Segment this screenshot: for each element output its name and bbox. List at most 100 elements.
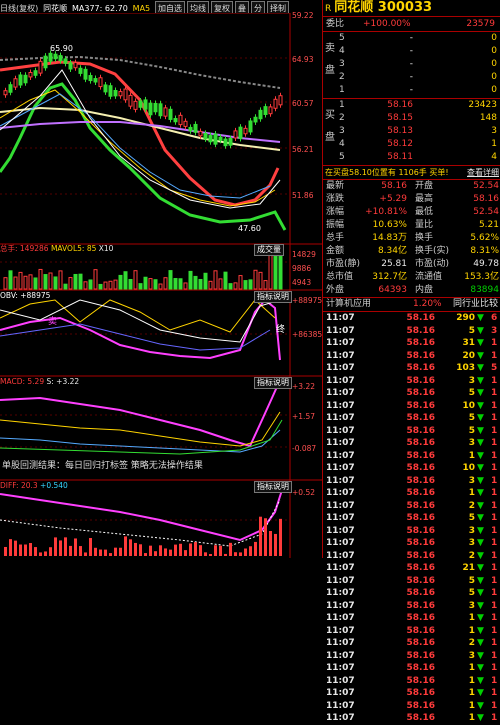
view-detail-link[interactable]: 查看详细 [467,166,499,179]
bar-mark [199,545,202,556]
bar-mark [54,537,57,556]
bar-mark [233,282,238,290]
volume-index-button[interactable]: 成交量 [254,244,284,256]
bar-mark [144,553,147,556]
split-button[interactable]: 分 [251,1,266,13]
tick-price: 58.16 [406,625,435,636]
control-button[interactable]: 择制 [267,1,290,13]
down-arrow-icon: ▼ [477,525,484,536]
bar-mark [93,78,98,83]
sell-level-row[interactable]: 5-0 [323,32,500,45]
bar-mark [244,548,247,556]
stat-label: 换手 [415,233,434,243]
tick-volume: 290 [456,313,475,323]
stat-row: 市盈(静) 25.81 市盈(动) 49.78 [323,258,500,271]
bar-mark [148,102,153,116]
tick-count: 1 [491,463,498,473]
tick-time: 11:07 [326,338,355,348]
high-annotation: 65.90 [50,44,73,53]
tick-count: 1 [491,438,498,448]
sell-level-row[interactable]: 1-0 [323,84,500,97]
ma-button[interactable]: 均线 [187,1,210,13]
tick-price: 58.16 [406,463,435,473]
tick-count: 1 [491,663,498,673]
tick-time: 11:07 [326,575,355,586]
tick-row: 11:07 58.16 103 ▼ 5 [323,362,500,375]
buy-level-row[interactable]: 4 58.12 1 [323,138,500,151]
tick-row: 11:07 58.16 290 ▼ 6 [323,312,500,325]
quote-title-bar: R 同花顺 300033 [323,0,500,17]
period-label[interactable]: 日线(复权) [0,2,38,13]
stat-label: 最新 [326,181,345,191]
kline-chart-area[interactable]: 日线(复权) 同花顺 MA377: 62.70 MA5 加自选 均线 复权叠分择制 … [0,0,322,558]
sell-level-row[interactable]: 4-0 [323,45,500,58]
macd-index-button[interactable]: 指标说明 [254,377,292,389]
bar-mark [59,540,62,556]
tick-time: 11:07 [326,538,355,548]
adjust-button[interactable]: 复权 [211,1,234,13]
bar-mark [113,279,118,290]
tick-count: 1 [491,650,498,661]
tick-row: 11:07 58.16 1 ▼ 1 [323,487,500,500]
tick-price: 58.16 [406,450,435,461]
fifth-index-button[interactable]: 指标说明 [254,481,292,493]
tick-time: 11:07 [326,500,355,511]
tick-price: 58.16 [406,663,435,673]
add-favorite-button[interactable]: 加自选 [155,1,186,13]
sell-volume: 0 [491,33,497,43]
tick-price: 58.16 [406,438,435,448]
sell-price: - [409,59,413,69]
tick-time: 11:07 [326,488,355,498]
tick-volume: 20 [462,350,475,361]
bar-mark [213,270,218,290]
buy-price: 58.13 [387,126,413,136]
tick-volume: 1 [468,700,475,711]
obv-note: 终 [276,325,286,335]
obv-index-button[interactable]: 指标说明 [254,291,292,303]
tick-row: 11:07 58.16 2 ▼ 1 [323,550,500,563]
tick-price: 58.16 [406,388,435,398]
bar-mark [223,271,228,290]
bar-mark [149,545,152,556]
buy-level-row[interactable]: 2 58.15 148 [323,112,500,125]
bar-mark [219,545,222,556]
tick-time: 11:07 [326,638,355,648]
stat-row: 涨幅 +10.81% 最低 52.54 [323,206,500,219]
overlay-button[interactable]: 叠 [235,1,250,13]
down-arrow-icon: ▼ [477,638,484,648]
bar-mark [83,281,88,290]
buy-level-row[interactable]: 1 58.16 23423 [323,99,500,112]
down-arrow-icon: ▼ [477,613,484,623]
stat-value: +10.81% [365,207,407,217]
tick-list[interactable]: 11:07 58.16 290 ▼ 6 11:07 58.16 5 ▼ 3 11:07 58.16 31… [323,312,500,725]
bar-mark [124,536,127,556]
sell-volume: 0 [491,59,497,69]
down-arrow-icon: ▼ [477,550,484,561]
stat-label: 最高 [415,194,434,204]
ma-label: MA377: 62.70 [72,4,128,13]
tick-price: 58.16 [406,575,435,586]
bar-mark [223,138,228,147]
bar-mark [264,518,267,556]
bar-mark [88,279,93,290]
stat-label: 最低 [415,207,434,217]
buy-level-row[interactable]: 3 58.13 3 [323,125,500,138]
stat-label: 总手 [326,233,345,243]
tick-time: 11:07 [326,513,355,523]
sell-level-row[interactable]: 3-0 [323,58,500,71]
down-arrow-icon: ▼ [477,575,484,586]
buy-level-row[interactable]: 5 58.11 4 [323,151,500,164]
bar-mark [278,95,283,106]
tick-count: 1 [491,500,498,511]
tick-row: 11:07 58.16 31 ▼ 1 [323,337,500,350]
tick-count: 1 [491,450,498,461]
tick-time: 11:07 [326,350,355,361]
tick-count: 1 [491,638,498,648]
tick-row: 11:07 58.16 5 ▼ 1 [323,412,500,425]
sell-level-row[interactable]: 2-0 [323,71,500,84]
bar-mark [194,542,197,556]
tick-row: 11:07 58.16 1 ▼ 1 [323,687,500,700]
tick-row: 11:07 58.16 5 ▼ 3 [323,325,500,338]
industry-compare-link[interactable]: 同行业比较 [453,298,498,311]
stat-row: 总市值 312.7亿 流通值 153.3亿 [323,271,500,284]
